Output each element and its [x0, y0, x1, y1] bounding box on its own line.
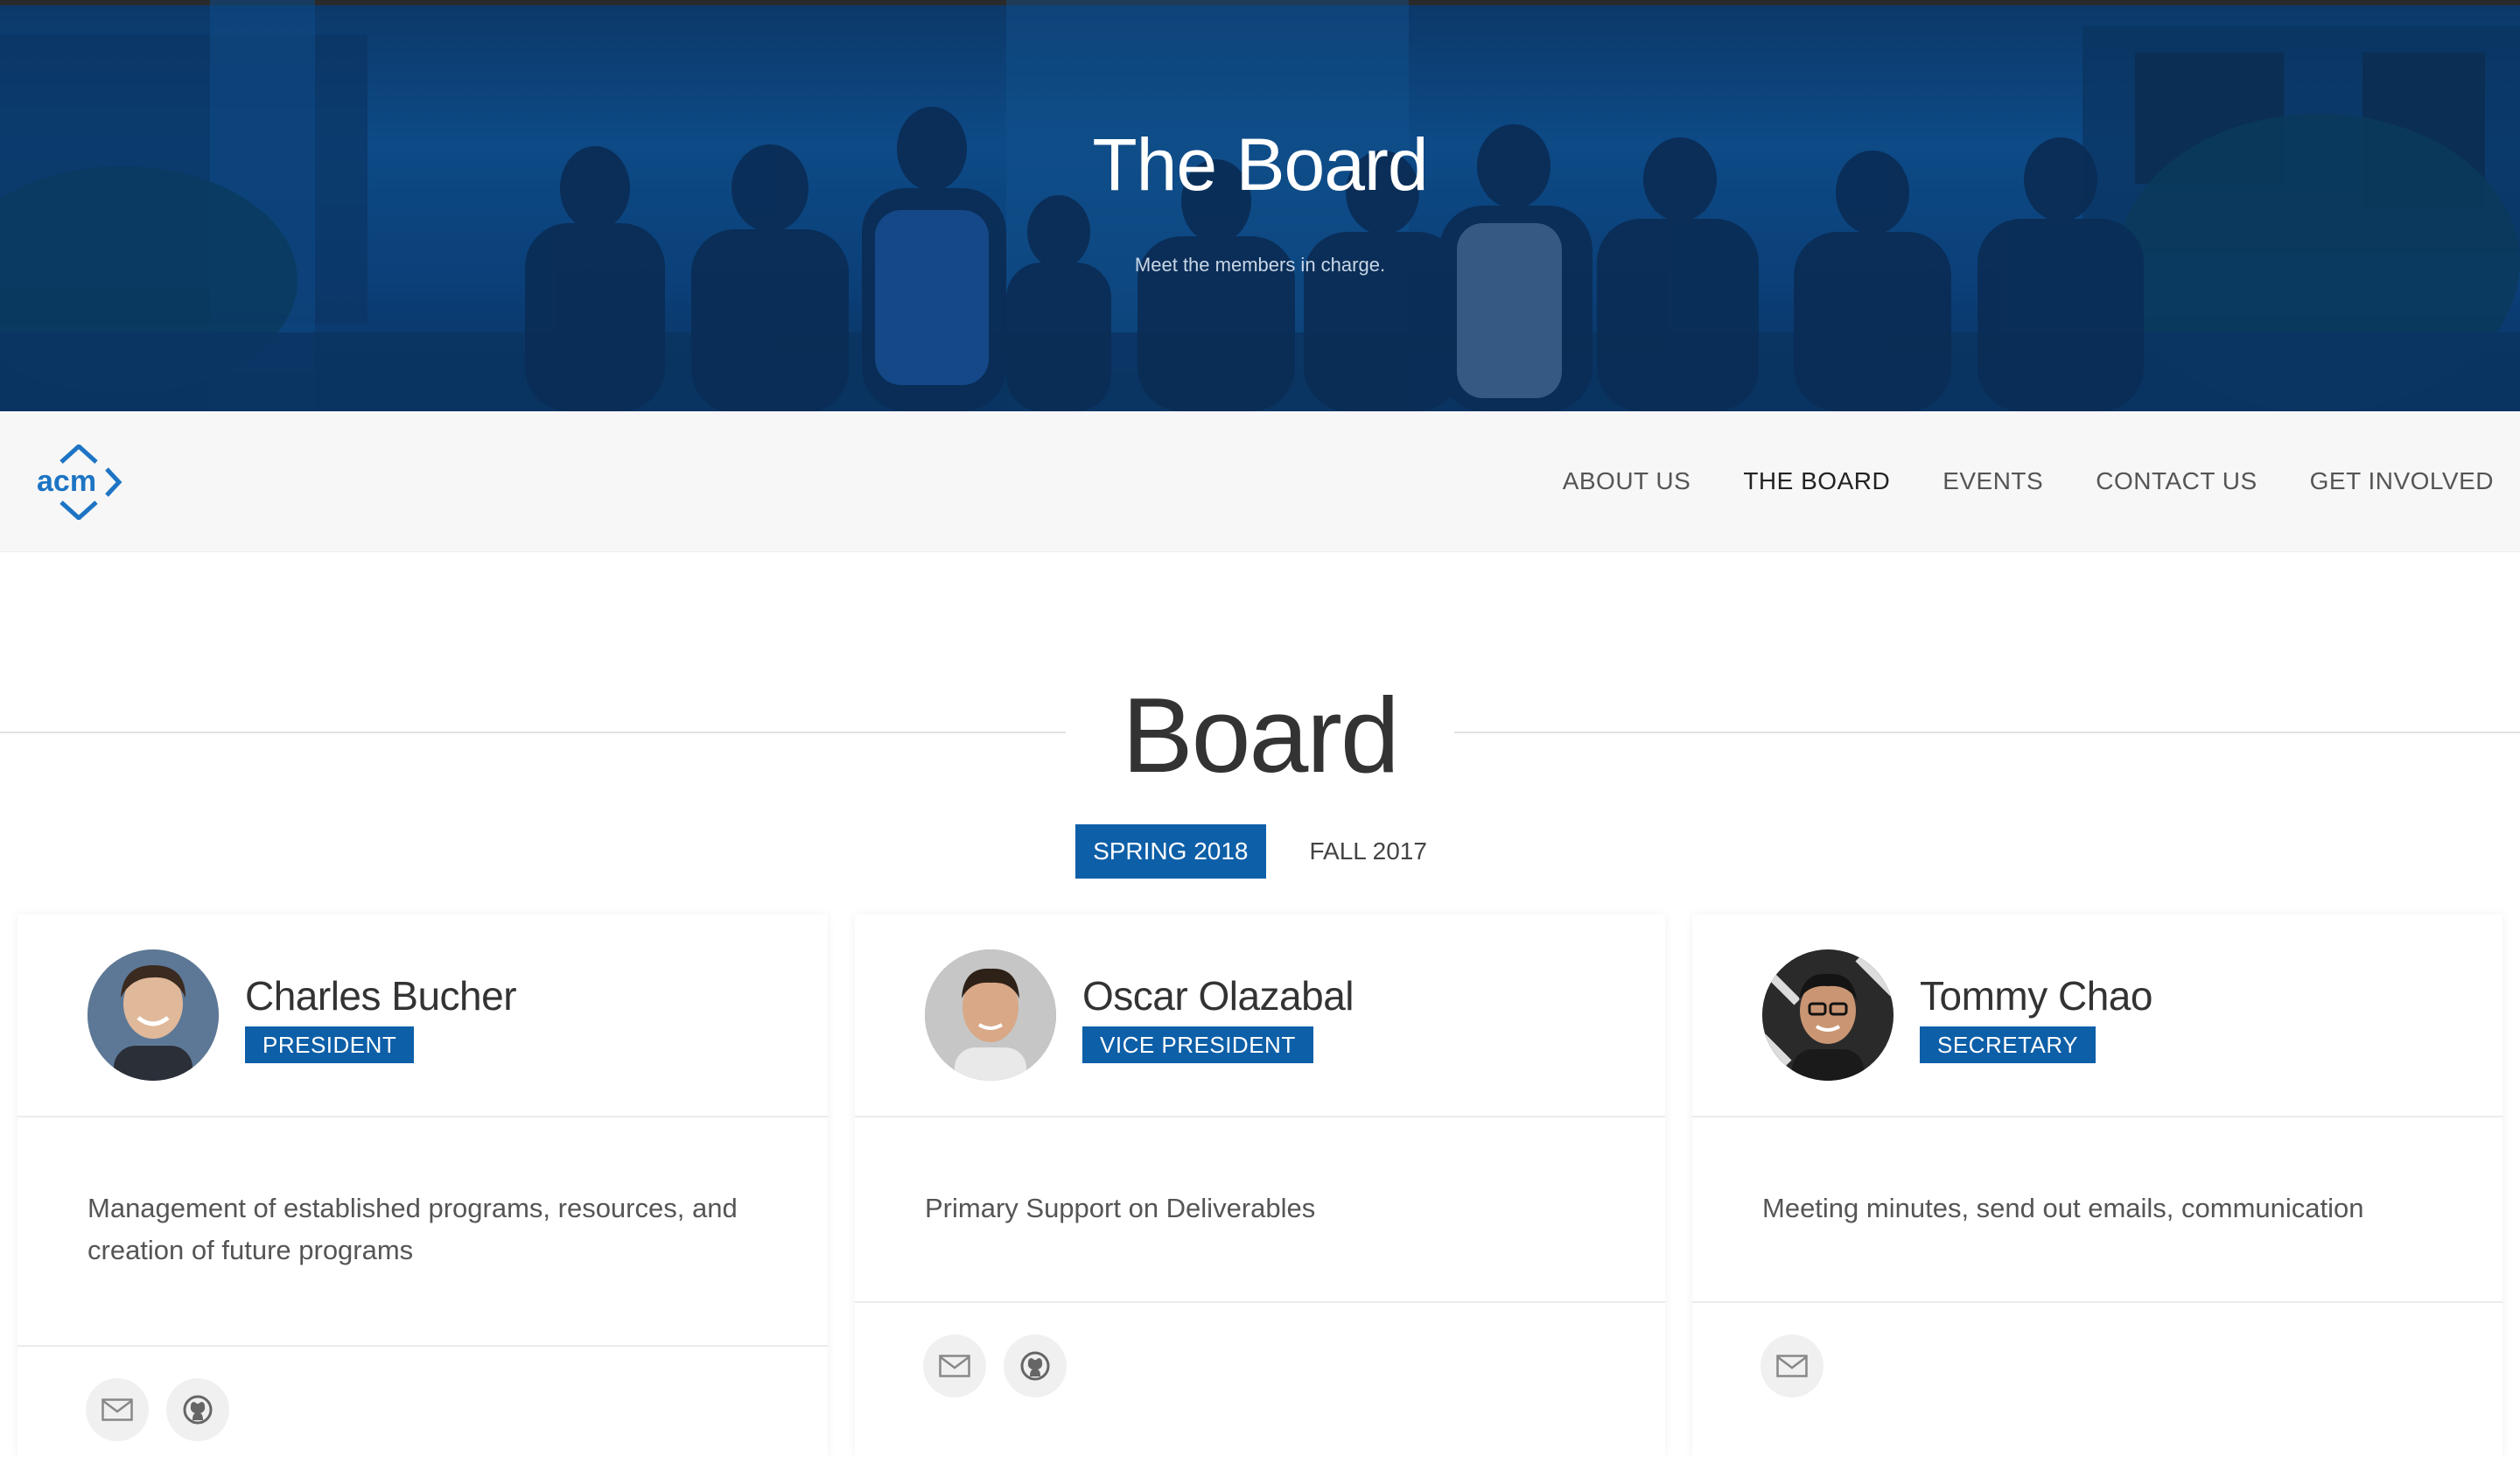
member-card: Charles Bucher PRESIDENT Management of e…	[18, 914, 828, 1457]
member-cards: Charles Bucher PRESIDENT Management of e…	[18, 914, 2520, 1457]
page-title: The Board	[1092, 123, 1428, 206]
card-header: Oscar Olazabal VICE PRESIDENT	[855, 914, 1665, 1117]
svg-text:acm: acm	[37, 465, 96, 498]
nav-contact-us[interactable]: CONTACT US	[2096, 467, 2257, 495]
term-tabs: SPRING 2018 FALL 2017	[0, 824, 2520, 879]
nav-the-board[interactable]: THE BOARD	[1743, 467, 1890, 495]
acm-logo-icon: acm	[37, 443, 122, 522]
card-footer	[1760, 1334, 1824, 1397]
card-body: Management of established programs, reso…	[18, 1117, 828, 1347]
section-heading: Board	[0, 674, 2520, 795]
nav-get-involved[interactable]: GET INVOLVED	[2310, 467, 2494, 495]
avatar	[1762, 949, 1894, 1081]
member-name: Charles Bucher	[245, 973, 517, 1019]
card-body: Meeting minutes, send out emails, commun…	[1692, 1117, 2502, 1303]
github-icon	[1020, 1351, 1050, 1381]
hero-banner: The Board Meet the members in charge.	[0, 0, 2520, 411]
main-navbar: acm ABOUT US THE BOARD EVENTS CONTACT US…	[0, 411, 2520, 552]
page-subtitle: Meet the members in charge.	[1134, 254, 1386, 276]
avatar	[88, 949, 219, 1081]
member-name: Oscar Olazabal	[1082, 973, 1354, 1019]
mail-icon	[939, 1355, 970, 1377]
mail-icon	[102, 1398, 133, 1421]
email-button[interactable]	[1760, 1334, 1824, 1397]
card-body: Primary Support on Deliverables	[855, 1117, 1665, 1303]
role-badge: SECRETARY	[1920, 1026, 2096, 1063]
nav-links: ABOUT US THE BOARD EVENTS CONTACT US GET…	[1510, 411, 2494, 551]
member-name: Tommy Chao	[1920, 973, 2152, 1019]
github-button[interactable]	[1004, 1334, 1067, 1397]
email-button[interactable]	[86, 1378, 149, 1441]
member-description: Primary Support on Deliverables	[925, 1193, 1316, 1223]
github-icon	[183, 1395, 213, 1425]
nav-events[interactable]: EVENTS	[1942, 467, 2043, 495]
avatar	[925, 949, 1056, 1081]
card-header: Charles Bucher PRESIDENT	[18, 914, 828, 1117]
card-footer	[923, 1334, 1067, 1397]
role-badge: PRESIDENT	[245, 1026, 415, 1063]
member-card: Oscar Olazabal VICE PRESIDENT Primary Su…	[855, 914, 1665, 1457]
card-header: Tommy Chao SECRETARY	[1692, 914, 2502, 1117]
board-heading: Board	[1122, 676, 1400, 795]
tab-fall-2017[interactable]: FALL 2017	[1292, 824, 1445, 879]
member-card: Tommy Chao SECRETARY Meeting minutes, se…	[1692, 914, 2502, 1457]
email-button[interactable]	[923, 1334, 986, 1397]
nav-about-us[interactable]: ABOUT US	[1563, 467, 1691, 495]
tab-spring-2018[interactable]: SPRING 2018	[1075, 824, 1266, 879]
mail-icon	[1776, 1355, 1808, 1377]
member-description: Management of established programs, reso…	[88, 1193, 738, 1265]
member-description: Meeting minutes, send out emails, commun…	[1762, 1193, 2364, 1223]
role-badge: VICE PRESIDENT	[1082, 1026, 1313, 1063]
acm-logo[interactable]: acm	[35, 443, 122, 522]
card-footer	[86, 1378, 229, 1441]
github-button[interactable]	[166, 1378, 229, 1441]
